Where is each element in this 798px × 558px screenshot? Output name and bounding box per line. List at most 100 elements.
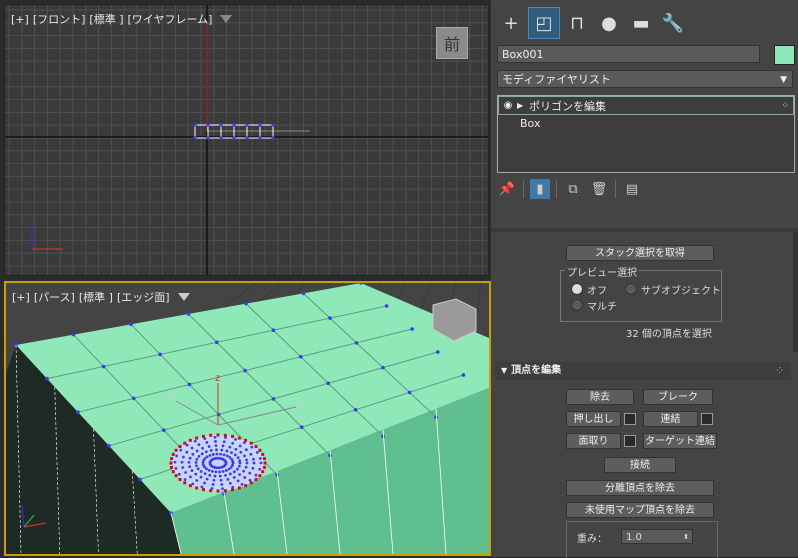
selected-vertex-ring xyxy=(254,445,258,449)
remove-button[interactable]: 除去 xyxy=(566,389,634,405)
vertex-dot xyxy=(243,454,246,458)
vertex-dot xyxy=(240,482,244,486)
front-viewport[interactable]: [+] [フロント] [標準 ] [ワイヤフレーム] 前 xyxy=(4,4,489,276)
extrude-settings-icon[interactable] xyxy=(624,413,636,425)
vertex-dot xyxy=(199,470,203,473)
vertex-dot xyxy=(203,457,207,460)
vertex-dot xyxy=(191,452,195,456)
weight-spinner[interactable]: 1.0 ⬍ xyxy=(621,529,693,544)
vertex-dot xyxy=(271,123,275,127)
vertex-dot xyxy=(193,123,197,127)
viewport-shading-menu[interactable]: [エッジ面] xyxy=(117,289,170,305)
vertex-dot xyxy=(203,437,207,440)
vertex-dot xyxy=(237,464,241,468)
chamfer-settings-icon[interactable] xyxy=(624,435,636,447)
vertex-dot xyxy=(187,382,192,387)
vertex-dot xyxy=(243,441,246,445)
vertex-dot xyxy=(212,478,216,482)
filter-icon[interactable] xyxy=(220,15,233,23)
selected-vertex-ring xyxy=(244,484,248,488)
vertex-dot xyxy=(208,473,212,477)
gizmo-y-label: y xyxy=(168,391,174,402)
vertex-dot xyxy=(210,469,214,473)
vertex-dot xyxy=(199,475,203,479)
vertex-dot xyxy=(76,410,80,414)
vertex-dot xyxy=(222,453,226,457)
vertex-dot xyxy=(299,354,303,359)
viewcube[interactable]: 前 xyxy=(436,27,468,59)
perspective-scene: z x y xyxy=(6,283,489,554)
selected-vertex-ring xyxy=(258,448,262,452)
vertex-dot xyxy=(208,453,212,457)
vertex-dot xyxy=(259,461,263,465)
persp-viewport-label[interactable]: [+] [パース] [標準 ] [エッジ面] xyxy=(12,289,192,305)
vertex-dot xyxy=(226,477,230,481)
vertex-dot xyxy=(194,472,198,476)
weight-value: 1.0 xyxy=(626,532,642,543)
vertex-dot xyxy=(205,455,209,459)
viewport-shading-menu[interactable]: [ワイヤフレーム] xyxy=(128,11,213,27)
target-weld-button[interactable]: ターゲット連結 xyxy=(643,433,717,449)
vertex-dot xyxy=(205,441,209,444)
vertex-dot xyxy=(231,460,235,463)
viewport-plus-menu[interactable]: [+] xyxy=(12,291,30,304)
selected-vertex-ring xyxy=(171,470,175,474)
connect-button[interactable]: 接続 xyxy=(604,457,676,473)
front-viewport-label[interactable]: [+] [フロント] [標準 ] [ワイヤフレーム] xyxy=(11,11,234,27)
vertex-dot xyxy=(197,455,201,458)
remove-unused-map-vertices-button[interactable]: 未使用マップ頂点を除去 xyxy=(566,502,714,518)
selected-vertex-ring xyxy=(195,486,199,490)
vertex-dot xyxy=(193,439,197,443)
vertex-dot xyxy=(461,373,466,377)
vertex-dot xyxy=(219,123,223,127)
remove-isolated-vertices-button[interactable]: 分離頂点を除去 xyxy=(566,480,714,496)
selected-vertex-ring xyxy=(231,434,235,438)
vertex-dot xyxy=(252,457,255,461)
vertex-dot xyxy=(232,136,236,140)
spinner-arrows-icon[interactable]: ⬍ xyxy=(683,530,689,545)
vertex-dot xyxy=(206,136,210,140)
chamfer-button[interactable]: 面取り xyxy=(566,433,621,449)
vertex-dot xyxy=(195,449,199,453)
selected-vertex-ring xyxy=(262,465,266,469)
break-button[interactable]: ブレーク xyxy=(643,389,713,405)
vertex-dot xyxy=(271,397,276,401)
viewport-plus-menu[interactable]: [+] xyxy=(11,13,29,26)
selected-vertex-ring xyxy=(261,452,265,456)
vertex-dot xyxy=(381,365,385,370)
vertex-dot xyxy=(258,136,262,140)
perspective-viewport[interactable]: z x y [+] [パース] [標準 ] [エッジ面] xyxy=(4,281,491,556)
vertex-dot xyxy=(238,459,242,463)
vertex-dot xyxy=(194,461,198,464)
vertex-dot xyxy=(173,460,177,464)
viewport-pov-menu[interactable]: [フロント] xyxy=(33,11,86,27)
vertex-dot xyxy=(220,448,224,452)
vertex-dot xyxy=(201,446,205,450)
vertex-dot xyxy=(225,454,229,458)
vertex-dot xyxy=(215,452,219,456)
vertex-dot xyxy=(186,312,191,316)
vertex-dot xyxy=(242,469,246,473)
command-panel: + ◰ ⊓ ● ▬ 🔧 Box001 モディファイヤリスト ▼ ◉ ▶ ポリゴン… xyxy=(491,0,798,558)
filter-icon[interactable] xyxy=(177,293,190,301)
viewport-shading-std-menu[interactable]: [標準 ] xyxy=(89,11,123,27)
vertex-dot xyxy=(236,479,240,483)
vertex-dot xyxy=(243,476,247,479)
vertex-dot xyxy=(174,466,178,470)
weld-settings-icon[interactable] xyxy=(701,413,713,425)
selected-vertex-ring xyxy=(262,457,266,461)
extrude-button[interactable]: 押し出し xyxy=(566,411,621,427)
vertex-dot xyxy=(224,436,227,439)
vertex-dot xyxy=(190,469,194,473)
vertex-dot xyxy=(195,479,199,482)
vertex-dot xyxy=(243,368,247,373)
weld-button[interactable]: 連結 xyxy=(643,411,698,427)
vertex-dot xyxy=(180,460,184,464)
selected-vertex-ring xyxy=(174,448,178,452)
vertex-dot xyxy=(221,444,225,448)
vertex-dot xyxy=(215,448,218,452)
vertex-dot xyxy=(184,471,188,474)
viewport-shading-std-menu[interactable]: [標準 ] xyxy=(79,289,113,305)
viewport-pov-menu[interactable]: [パース] xyxy=(34,289,75,305)
edit-vertices-rollout: 除去 ブレーク 押し出し 連結 面取り ターゲット連結 接続 分離頂点を除去 未… xyxy=(491,0,798,558)
